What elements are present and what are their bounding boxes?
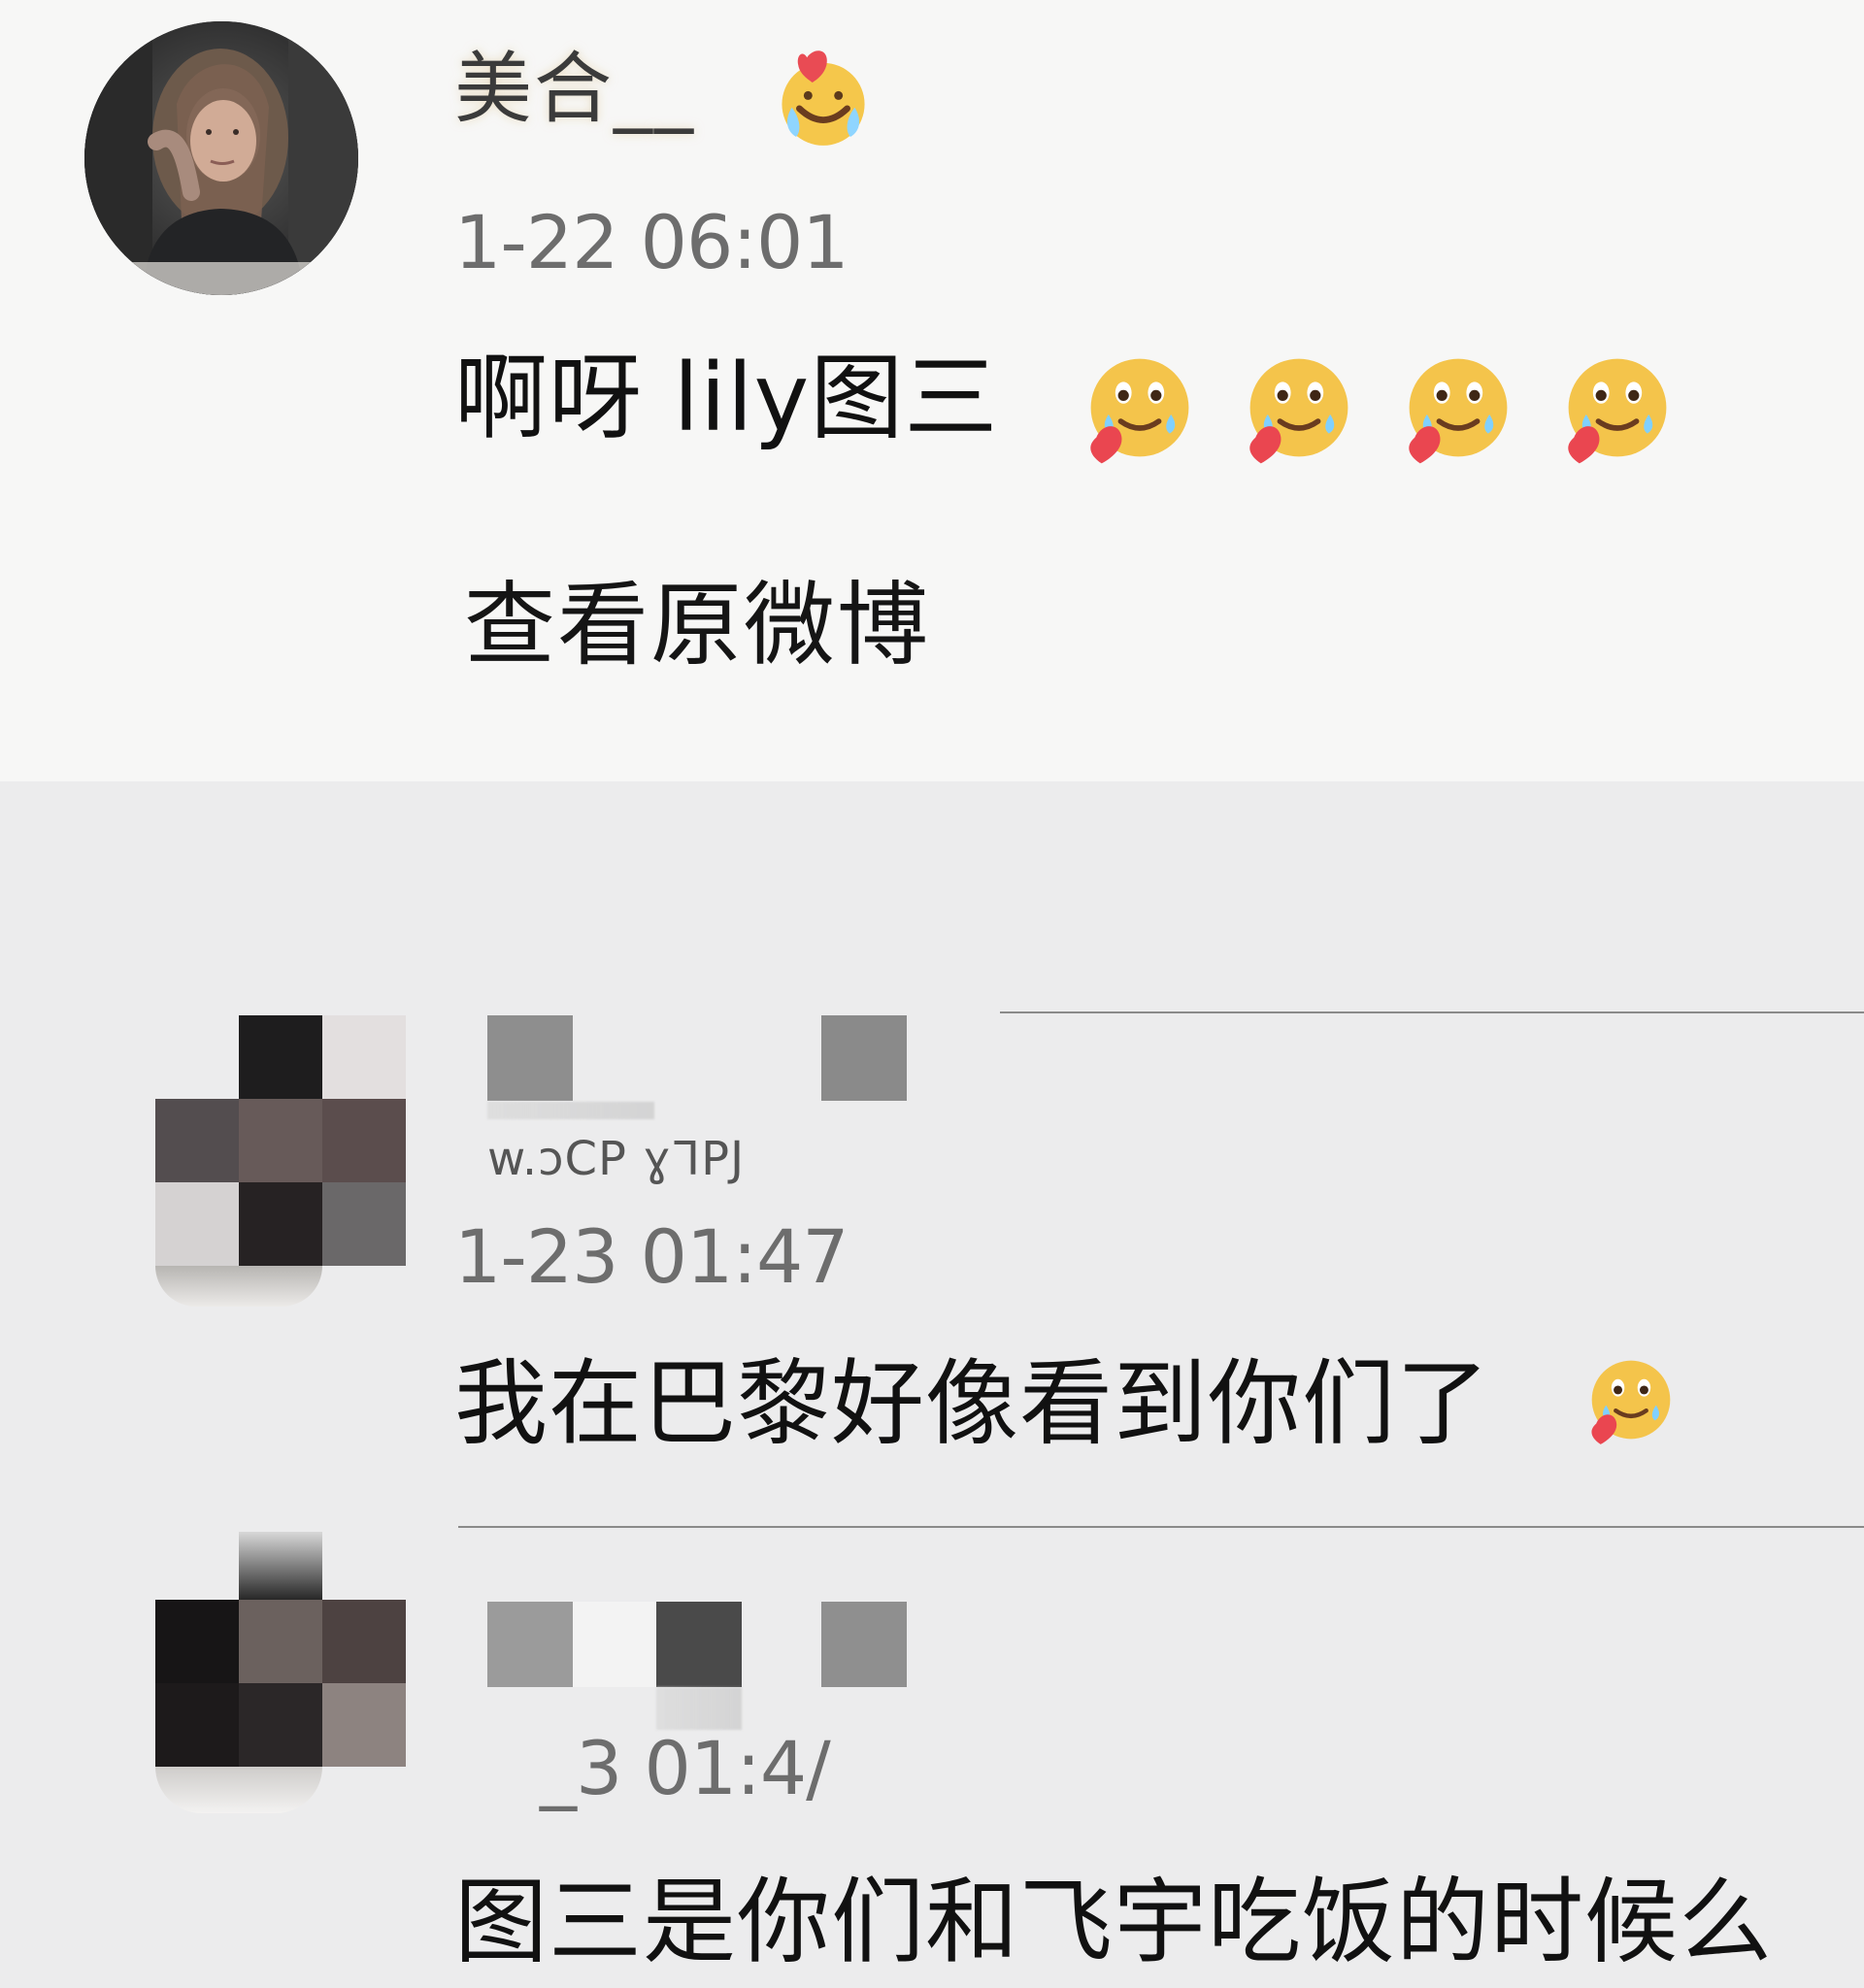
avatar-mosaic-cell [322,1683,406,1767]
obscured-username-block [656,1602,742,1687]
avatar-mosaic-cell [155,1600,239,1683]
reply-timestamp: 1-23 01:47 [454,1213,849,1300]
view-original-weibo-link[interactable]: 查看原微博 [464,580,930,672]
avatar-mosaic-cell [155,1099,239,1182]
avatar-mosaic-cell [155,1182,239,1266]
obscured-text-fragment [487,1102,654,1119]
avatar-mosaic-cell [322,1099,406,1182]
obscured-username-text: w.ɔCP ɣᒣPJ [487,1132,746,1186]
smiling-with-tears-icon [1409,358,1508,464]
avatar-image-fragment [239,1532,322,1600]
avatar-image [84,21,358,295]
avatar-mosaic-cell [322,1600,406,1683]
user-avatar[interactable] [84,21,358,295]
smiling-with-tears-icon [1568,358,1667,464]
reply-text: 图三是你们和飞宇吃饭的时候么 [454,1868,1773,1976]
avatar-mosaic-cell [322,1015,406,1099]
obscured-username-block [821,1015,907,1101]
obscured-avatar-1[interactable] [155,1015,408,1307]
face-with-heart-icon [782,50,865,146]
avatar-mosaic-cell [322,1182,406,1266]
reply-divider [1000,1011,1864,1013]
smiling-with-tears-icon [1090,358,1189,464]
avatar-mosaic-cell [239,1600,322,1683]
avatar-mosaic-cell [239,1099,322,1182]
obscured-username-block [821,1602,907,1687]
obscured-username-block [573,1602,658,1687]
username[interactable]: 美合__ [454,50,695,128]
avatar-mosaic-cell [239,1015,322,1099]
reply-timestamp: _3 01:4/ [540,1725,831,1811]
top-comment-card: 美合__ 1-22 06:01 啊呀 lily图三 查看原微博 [0,0,1864,781]
reply-text: 我在巴黎好像看到你们了 [454,1349,1490,1458]
avatar-image-fragment [155,1266,322,1307]
avatar-mosaic-cell [239,1182,322,1266]
reply-divider [458,1526,1864,1528]
smiling-with-tears-icon [1591,1360,1671,1444]
obscured-username-block [487,1015,573,1101]
avatar-mosaic-cell [239,1683,322,1767]
avatar-image-fragment [155,1767,322,1813]
obscured-text-fragment [656,1687,742,1730]
obscured-username-block [487,1602,573,1687]
obscured-avatar-2[interactable] [155,1532,408,1823]
comment-text: 啊呀 lily图三 [454,344,999,452]
avatar-mosaic-cell [155,1683,239,1767]
smiling-with-tears-icon [1249,358,1348,464]
comment-timestamp: 1-22 06:01 [454,199,849,285]
